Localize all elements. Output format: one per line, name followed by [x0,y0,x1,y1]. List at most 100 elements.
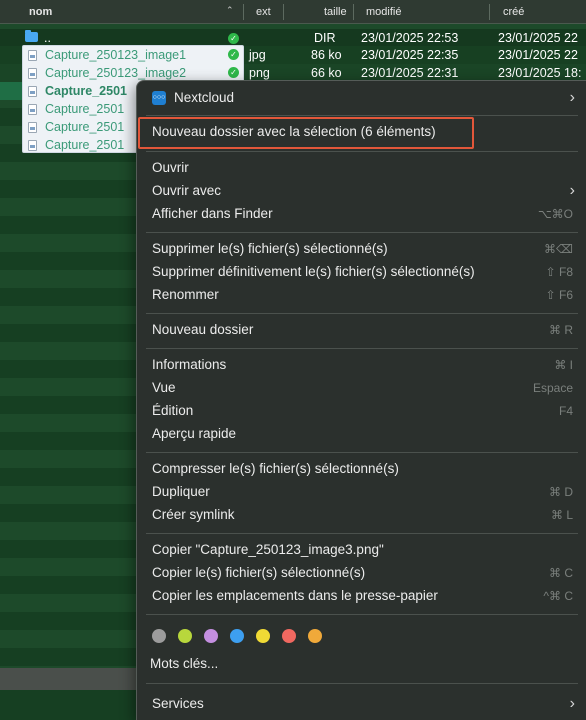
menu-item-duplicate[interactable]: Dupliquer ⌘ D [137,481,586,503]
chevron-right-icon: › [569,89,575,106]
menu-item-shortcut: ⇧ F8 [545,265,573,279]
menu-separator [146,115,578,116]
row-created: 23/01/2025 22 [498,31,578,45]
menu-item-tags[interactable]: Mots clés... [137,653,586,675]
column-divider[interactable] [283,4,284,20]
file-list-header: nom ⌃ ext taille modifié créé [0,0,586,24]
file-name: Capture_2501 [45,84,127,98]
menu-item-view[interactable]: Vue Espace [137,377,586,399]
row-ext: jpg [249,48,266,62]
menu-item-show-in-finder[interactable]: Afficher dans Finder ⌥⌘O [137,203,586,225]
menu-item-label: Aperçu rapide [152,426,237,441]
menu-item-shortcut: ⌘ D [549,485,573,499]
tag-color-dot[interactable] [282,629,296,643]
file-name: Capture_250123_image1 [45,48,187,62]
menu-item-delete[interactable]: Supprimer le(s) fichier(s) sélectionné(s… [137,238,586,260]
menu-item-label: Ouvrir avec [152,183,222,198]
menu-item-compress[interactable]: Compresser le(s) fichier(s) sélectionné(… [137,458,586,480]
image-file-icon [28,50,37,61]
column-header-ext[interactable]: ext [256,6,271,18]
tag-color-dot[interactable] [152,629,166,643]
file-name: Capture_2501 [45,120,125,134]
menu-separator [146,614,578,615]
row-modified: 23/01/2025 22:35 [361,48,459,62]
tag-color-dot[interactable] [230,629,244,643]
image-file-icon [28,86,37,97]
menu-item-info[interactable]: Informations ⌘ I [137,354,586,376]
menu-item-label: Édition [152,403,194,418]
menu-item-label: Compresser le(s) fichier(s) sélectionné(… [152,461,399,476]
menu-item-copy-files[interactable]: Copier le(s) fichier(s) sélectionné(s) ⌘… [137,562,586,584]
menu-item-quick-look[interactable]: Aperçu rapide [137,423,586,445]
column-divider[interactable] [243,4,244,20]
row-size: 86 ko [311,48,342,62]
menu-item-shortcut: ⌘ L [550,508,573,522]
file-name: Capture_2501 [45,138,125,152]
menu-item-shortcut: F4 [558,404,573,418]
menu-item-label: Créer symlink [152,507,235,522]
menu-item-label: Copier le(s) fichier(s) sélectionné(s) [152,565,366,580]
tag-color-dot[interactable] [308,629,322,643]
menu-item-shortcut: Espace [532,381,573,395]
menu-item-shortcut: ⌘⌫ [544,242,573,256]
column-header-created[interactable]: créé [503,6,524,18]
menu-item-shortcut: ⌥⌘O [537,207,573,221]
menu-item-shortcut: ⌘ I [554,358,573,372]
menu-item-delete-permanently[interactable]: Supprimer définitivement le(s) fichier(s… [137,261,586,283]
row-created: 23/01/2025 22 [498,48,578,62]
column-header-modified[interactable]: modifié [366,6,401,18]
menu-item-nextcloud[interactable]: ○○○ Nextcloud › [137,87,586,109]
menu-item-create-symlink[interactable]: Créer symlink ⌘ L [137,504,586,526]
image-file-icon [28,140,37,151]
column-header-size[interactable]: taille [324,6,347,18]
menu-item-label: Informations [152,357,227,372]
menu-item-label: Afficher dans Finder [152,206,273,221]
menu-item-label: Nouveau dossier [152,322,254,337]
menu-item-label: Supprimer le(s) fichier(s) sélectionné(s… [152,241,388,256]
column-divider[interactable] [353,4,354,20]
chevron-right-icon: › [569,695,575,712]
menu-item-open-with[interactable]: Ouvrir avec › [137,180,586,202]
tag-color-dot[interactable] [178,629,192,643]
menu-item-shortcut: ⌘ R [549,323,573,337]
menu-item-rename[interactable]: Renommer ⇧ F6 [137,284,586,306]
tag-color-dot[interactable] [204,629,218,643]
menu-item-label: Dupliquer [152,484,210,499]
menu-item-label: Copier les emplacements dans le presse-p… [152,588,438,603]
menu-separator [146,313,578,314]
menu-item-edit[interactable]: Édition F4 [137,400,586,422]
row-modified: 23/01/2025 22:53 [361,31,459,45]
menu-item-label: Copier "Capture_250123_image3.png" [152,542,384,557]
sort-ascending-icon: ⌃ [226,5,234,15]
folder-icon [25,30,38,42]
menu-separator [146,533,578,534]
menu-item-label: Renommer [152,287,219,302]
menu-item-label: Nextcloud [174,90,235,105]
context-menu: ○○○ Nextcloud › Nouveau dossier avec la … [136,80,586,720]
menu-item-open[interactable]: Ouvrir [137,157,586,179]
menu-item-copy-paths[interactable]: Copier les emplacements dans le presse-p… [137,585,586,607]
menu-item-copy-name[interactable]: Copier "Capture_250123_image3.png" [137,539,586,561]
column-header-name[interactable]: nom [29,6,52,18]
sync-check-icon: ✓ [228,33,239,44]
sync-check-icon: ✓ [228,67,239,78]
image-file-icon [28,104,37,115]
image-file-icon [28,122,37,133]
chevron-right-icon: › [569,182,575,199]
menu-item-shortcut: ⌘ C [549,566,573,580]
menu-item-label: Mots clés... [150,656,219,671]
menu-item-shortcut: ^⌘ C [543,589,573,603]
image-file-icon [28,68,37,79]
menu-item-services[interactable]: Services › [137,693,586,715]
focused-row-indicator [0,82,22,100]
menu-item-shortcut: ⇧ F6 [545,288,573,302]
menu-item-label: Ouvrir [152,160,189,175]
column-divider[interactable] [489,4,490,20]
menu-item-label: Supprimer définitivement le(s) fichier(s… [152,264,475,279]
menu-separator [146,348,578,349]
menu-item-new-folder[interactable]: Nouveau dossier ⌘ R [137,319,586,341]
sync-check-icon: ✓ [228,49,239,60]
nextcloud-icon: ○○○ [152,91,166,105]
tag-color-dot[interactable] [256,629,270,643]
selected-file-item[interactable]: Capture_250123_image1 ✓ [23,46,243,64]
